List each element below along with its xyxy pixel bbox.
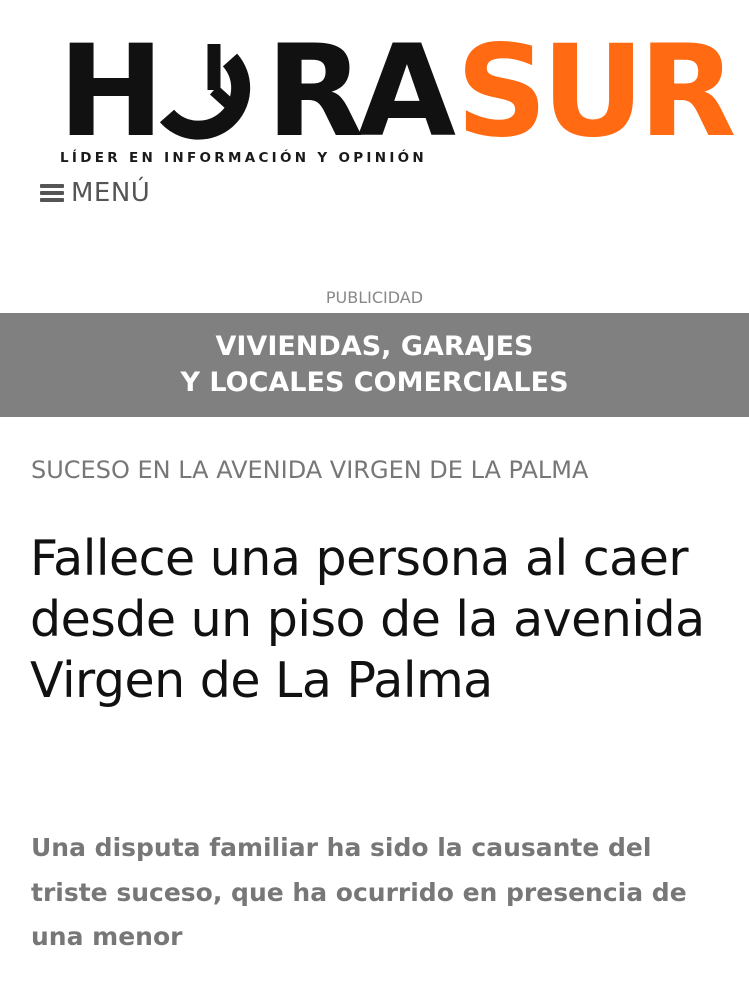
site-logo[interactable]: H RA SUR LÍDER EN INFORMACIÓN Y OPINIÓN [58,17,741,172]
logo-letters-h: H [58,17,158,165]
article-subtitle: Una disputa familiar ha sido la causante… [31,833,687,951]
ad-line-2: Y LOCALES COMERCIALES [180,367,569,398]
logo-tagline: LÍDER EN INFORMACIÓN Y OPINIÓN [60,150,428,166]
ad-line-1: VIVIENDAS, GARAJES [215,331,534,362]
article-headline: Fallece una persona al caer desde un pis… [30,530,705,709]
menu-label: MENÚ [71,178,151,208]
ad-banner[interactable]: VIVIENDAS, GARAJES Y LOCALES COMERCIALES [0,313,749,417]
menu-button[interactable]: MENÚ [40,178,150,208]
logo-wordmark: H RA SUR [58,17,741,165]
article-kicker: SUCESO EN LA AVENIDA VIRGEN DE LA PALMA [31,456,589,484]
logo-letters-ra: RA [266,17,456,165]
logo-letters-sur: SUR [456,17,735,165]
hamburger-icon [40,184,64,202]
clock-icon [159,44,251,140]
ad-label: PUBLICIDAD [325,288,424,307]
